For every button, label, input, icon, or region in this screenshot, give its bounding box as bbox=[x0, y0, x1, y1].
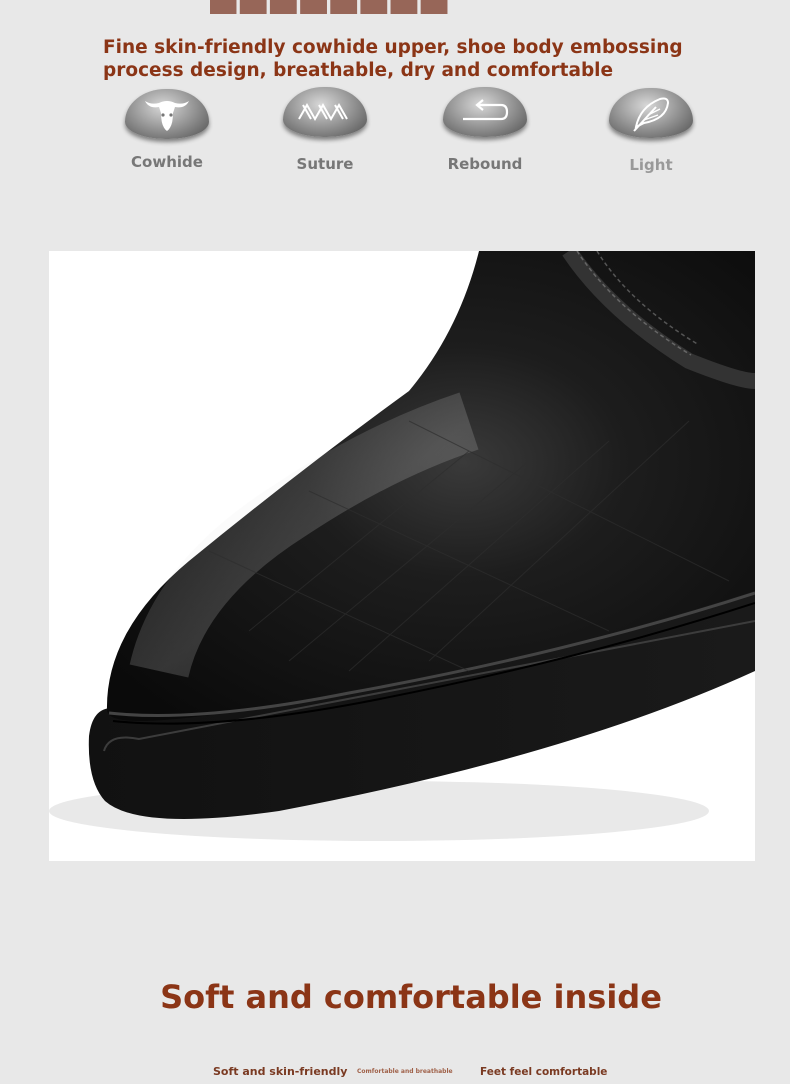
feature-label: Light bbox=[629, 156, 673, 174]
feature-label: Cowhide bbox=[131, 153, 203, 171]
cut-off-heading-fragment: ▆▆▆▆▆▆▆▆ bbox=[210, 0, 580, 14]
feature-suture: Suture bbox=[265, 87, 385, 173]
bull-head-icon bbox=[125, 89, 209, 139]
feature-label: Suture bbox=[296, 155, 354, 173]
feather-icon bbox=[609, 88, 693, 138]
rebound-arrow-icon bbox=[443, 87, 527, 137]
feature-label: Rebound bbox=[447, 155, 523, 173]
feature-light: Light bbox=[591, 88, 711, 174]
section-title: Soft and comfortable inside bbox=[160, 978, 662, 1016]
shoe-photo bbox=[49, 251, 755, 861]
feature-headline: Fine skin-friendly cowhide upper, shoe b… bbox=[103, 37, 683, 81]
bottom-label-left: Soft and skin-friendly bbox=[213, 1065, 348, 1078]
bottom-label-right: Feet feel comfortable bbox=[480, 1066, 608, 1078]
feature-cowhide: Cowhide bbox=[107, 89, 227, 171]
stitch-icon bbox=[283, 87, 367, 137]
bottom-label-middle: Comfortable and breathable bbox=[357, 1068, 453, 1075]
feature-rebound: Rebound bbox=[425, 87, 545, 173]
